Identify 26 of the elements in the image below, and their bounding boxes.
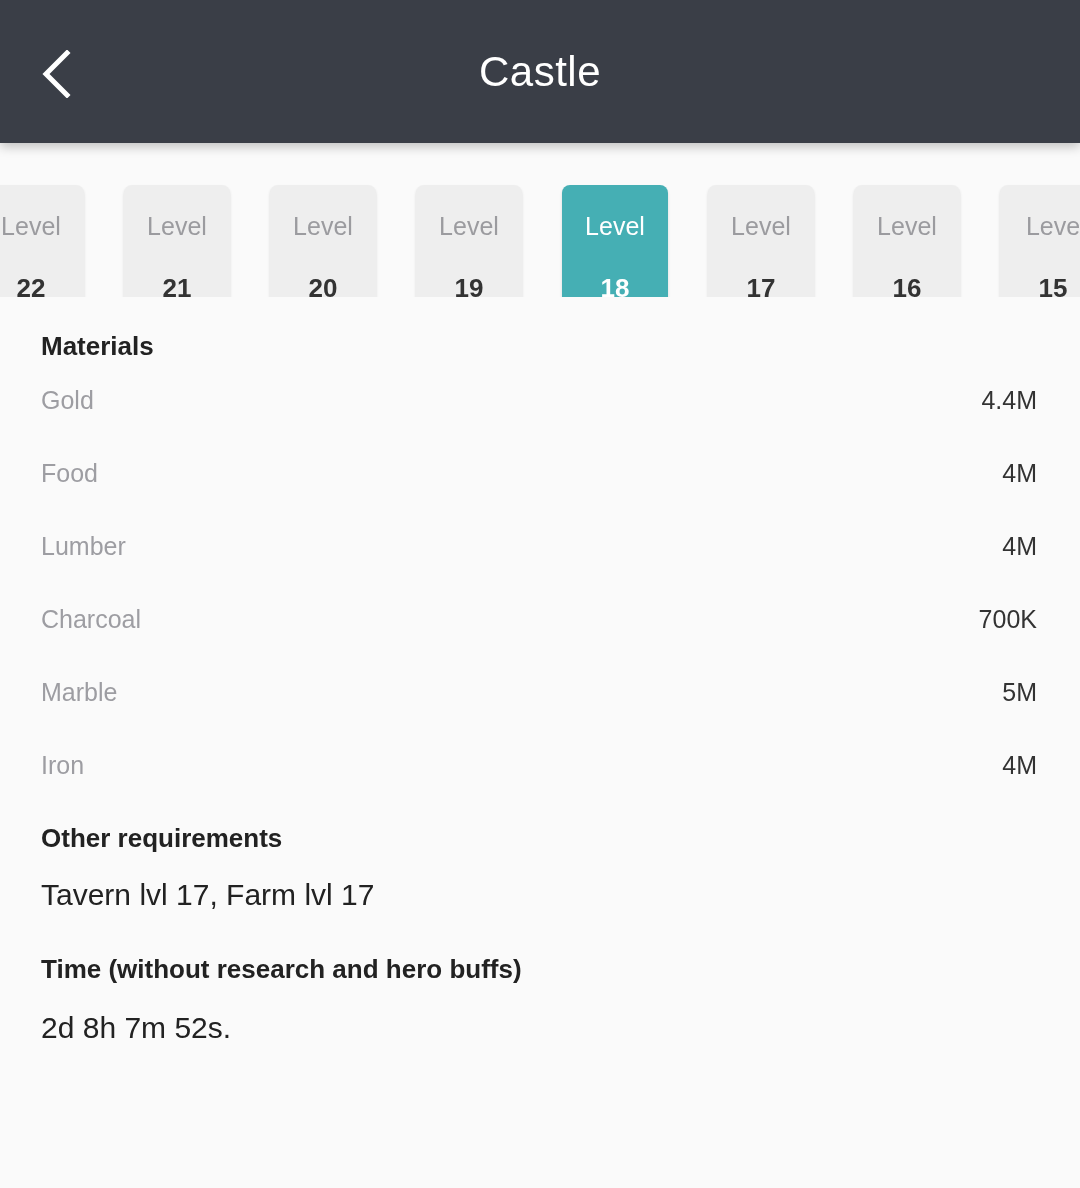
level-tab[interactable]: Level 17 [708,185,814,297]
material-name: Lumber [41,530,126,562]
material-name: Food [41,457,98,489]
level-tab[interactable]: Level 21 [124,185,230,297]
material-name: Iron [41,749,85,781]
back-chevron-icon [41,50,71,98]
section-heading: Time (without research and hero buffs) [41,953,522,986]
material-amount: 4M [1002,457,1037,489]
material-name: Gold [41,384,94,416]
material-amount: 4M [1002,749,1037,781]
level-tab[interactable]: Level 16 [854,185,960,297]
material-amount: 4M [1002,530,1037,562]
level-tab[interactable]: Level 22 [0,185,84,297]
level-tab[interactable]: Level 20 [270,185,376,297]
requirements-text: Tavern lvl 17, Farm lvl 17 [41,877,375,913]
section-heading: Other requirements [41,822,283,855]
material-name: Marble [41,676,118,708]
material-amount: 4.4M [981,384,1037,416]
level-tab[interactable]: Leve 15 [1000,185,1080,297]
material-name: Charcoal [41,603,142,635]
level-tab[interactable]: Level 19 [416,185,522,297]
material-amount: 5M [1002,676,1037,708]
page-title: Castle [478,46,602,97]
section-heading: Materials [41,330,154,363]
material-amount: 700K [978,603,1037,635]
time-value: 2d 8h 7m 52s. [41,1010,232,1046]
